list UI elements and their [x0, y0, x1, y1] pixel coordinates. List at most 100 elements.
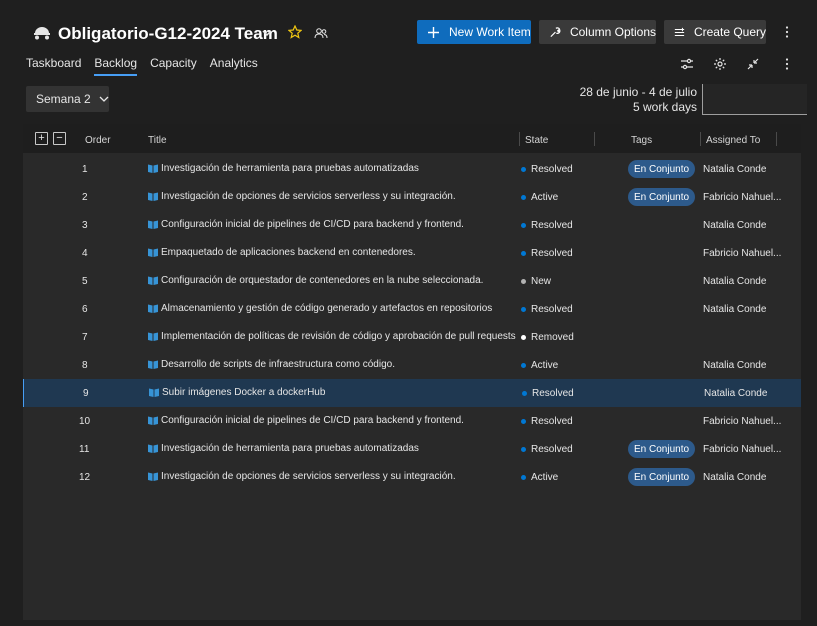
table-row[interactable]: 2 Investigación de opciones de servicios … — [23, 183, 801, 211]
collapse-all-button[interactable]: − — [53, 132, 66, 145]
create-query-button[interactable]: Create Query — [664, 20, 766, 44]
row-title-text: Configuración de orquestador de contened… — [161, 275, 484, 286]
team-icon — [34, 27, 50, 40]
table-row[interactable]: 8 Desarrollo de scripts de infraestructur… — [23, 351, 801, 379]
row-assigned-to[interactable]: Natalia Conde — [703, 472, 783, 483]
table-row[interactable]: 11 Investigación de herramienta para prue… — [23, 435, 801, 463]
row-state[interactable]: Resolved — [521, 164, 573, 175]
row-state[interactable]: New — [521, 276, 551, 287]
row-state[interactable]: Resolved — [521, 304, 573, 315]
table-row[interactable]: 5 Configuración de orquestador de contene… — [23, 267, 801, 295]
book-icon — [148, 304, 158, 313]
more-icon[interactable] — [780, 57, 794, 71]
column-header-order[interactable]: Order — [85, 135, 111, 146]
row-title-text: Desarrollo de scripts de infraestructura… — [161, 359, 395, 370]
column-divider[interactable] — [700, 132, 701, 146]
row-assigned-to[interactable]: Natalia Conde — [703, 276, 783, 287]
row-assigned-to[interactable]: Natalia Conde — [703, 304, 783, 315]
tab-backlog[interactable]: Backlog — [94, 56, 137, 78]
new-work-item-button[interactable]: New Work Item — [417, 20, 531, 44]
row-title[interactable]: Investigación de opciones de servicios s… — [147, 191, 456, 202]
row-state[interactable]: Resolved — [521, 248, 573, 259]
row-state[interactable]: Active — [521, 360, 558, 371]
row-title[interactable]: Implementación de políticas de revisión … — [147, 331, 516, 342]
people-icon[interactable] — [314, 27, 328, 39]
filter-icon[interactable] — [680, 57, 694, 71]
column-divider[interactable] — [776, 132, 777, 146]
table-row[interactable]: 9 Subir imágenes Docker a dockerHub Resolv… — [23, 379, 801, 407]
row-assigned-to[interactable]: Fabricio Nahuel... — [703, 192, 783, 203]
row-title[interactable]: Configuración inicial de pipelines de CI… — [147, 415, 464, 426]
row-title[interactable]: Almacenamiento y gestión de código gener… — [147, 303, 492, 314]
row-state[interactable]: Active — [521, 472, 558, 483]
team-title[interactable]: Obligatorio-G12-2024 Team — [58, 24, 278, 44]
row-state-text: Active — [531, 472, 559, 483]
table-row[interactable]: 12 Investigación de opciones de servicios… — [23, 463, 801, 491]
more-icon[interactable] — [780, 25, 794, 39]
column-header-tags[interactable]: Tags — [631, 135, 652, 146]
query-icon — [674, 27, 685, 36]
collapse-icon[interactable] — [746, 57, 760, 71]
chevron-down-icon[interactable] — [261, 27, 273, 39]
column-options-button[interactable]: Column Options — [539, 20, 656, 44]
row-assigned-to[interactable]: Natalia Conde — [703, 164, 783, 175]
row-order: 7 — [82, 332, 88, 343]
row-title[interactable]: Investigación de herramienta para prueba… — [147, 163, 419, 174]
table-row[interactable]: 10 Configuración inicial de pipelines de … — [23, 407, 801, 435]
row-state-text: Resolved — [531, 304, 573, 315]
tab-taskboard[interactable]: Taskboard — [26, 56, 81, 78]
row-title[interactable]: Empaquetado de aplicaciones backend en c… — [147, 247, 416, 258]
row-assigned-to[interactable]: Natalia Conde — [703, 360, 783, 371]
table-row[interactable]: 4 Empaquetado de aplicaciones backend en … — [23, 239, 801, 267]
column-header-title[interactable]: Title — [148, 135, 167, 146]
row-state-text: Resolved — [531, 220, 573, 231]
state-dot — [521, 307, 526, 312]
row-state[interactable]: Resolved — [522, 388, 574, 399]
row-state[interactable]: Active — [521, 192, 558, 203]
table-row[interactable]: 6 Almacenamiento y gestión de código gene… — [23, 295, 801, 323]
row-title[interactable]: Subir imágenes Docker a dockerHub — [148, 387, 325, 398]
expand-all-button[interactable]: + — [35, 132, 48, 145]
chevron-down-icon — [99, 96, 109, 102]
row-title[interactable]: Configuración de orquestador de contened… — [147, 275, 483, 286]
tab-analytics[interactable]: Analytics — [210, 56, 258, 78]
row-title[interactable]: Investigación de opciones de servicios s… — [147, 471, 456, 482]
row-assigned-to[interactable]: Fabricio Nahuel... — [703, 444, 783, 455]
column-divider[interactable] — [594, 132, 595, 146]
row-state-text: Active — [531, 360, 559, 371]
tag-pill[interactable]: En Conjunto — [628, 160, 696, 178]
state-dot — [521, 223, 526, 228]
state-dot — [521, 475, 526, 480]
row-state[interactable]: Removed — [521, 332, 574, 343]
star-icon[interactable] — [288, 25, 302, 39]
row-title[interactable]: Desarrollo de scripts de infraestructura… — [147, 359, 395, 370]
table-row[interactable]: 7 Implementación de políticas de revisión… — [23, 323, 801, 351]
table-row[interactable]: 3 Configuración inicial de pipelines de C… — [23, 211, 801, 239]
tag-pill[interactable]: En Conjunto — [628, 468, 696, 486]
view-tabs: Taskboard Backlog Capacity Analytics — [26, 56, 271, 78]
gear-icon[interactable] — [713, 57, 727, 71]
row-title-text: Investigación de herramienta para prueba… — [161, 443, 419, 454]
row-title[interactable]: Investigación de herramienta para prueba… — [147, 443, 419, 454]
row-assigned-to[interactable]: Fabricio Nahuel... — [703, 248, 783, 259]
tab-capacity[interactable]: Capacity — [150, 56, 197, 78]
book-icon — [148, 472, 158, 481]
table-row[interactable]: 1 Investigación de herramienta para prueb… — [23, 155, 801, 183]
state-dot — [521, 335, 526, 340]
tag-pill[interactable]: En Conjunto — [628, 188, 696, 206]
column-header-state[interactable]: State — [525, 135, 548, 146]
book-icon — [148, 248, 158, 257]
row-state[interactable]: Resolved — [521, 220, 573, 231]
column-header-assigned-to[interactable]: Assigned To — [706, 135, 760, 146]
row-state[interactable]: Resolved — [521, 416, 573, 427]
row-state[interactable]: Resolved — [521, 444, 573, 455]
tag-pill[interactable]: En Conjunto — [628, 440, 696, 458]
row-assigned-to[interactable]: Natalia Conde — [704, 388, 784, 399]
column-divider[interactable] — [519, 132, 520, 146]
row-state-text: Resolved — [531, 248, 573, 259]
row-title[interactable]: Configuración inicial de pipelines de CI… — [147, 219, 464, 230]
state-dot — [521, 279, 526, 284]
sprint-selector[interactable]: Semana 2 — [26, 86, 109, 112]
row-assigned-to[interactable]: Natalia Conde — [703, 220, 783, 231]
row-assigned-to[interactable]: Fabricio Nahuel... — [703, 416, 783, 427]
